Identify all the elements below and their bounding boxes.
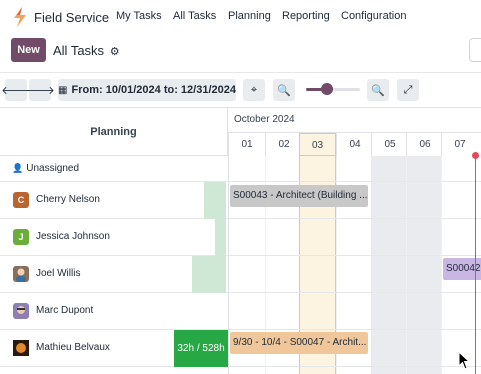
resource-name: Jessica Johnson — [36, 231, 110, 242]
resource-name: Cherry Nelson — [36, 194, 100, 205]
new-button[interactable]: New — [11, 38, 46, 62]
menu-planning[interactable]: Planning — [228, 10, 271, 22]
field-service-app: Field Service My Tasks All Tasks Plannin… — [0, 0, 481, 374]
month-label: October 2024 — [234, 114, 295, 125]
field-service-logo-icon[interactable] — [12, 7, 28, 27]
search-input[interactable] — [469, 38, 481, 62]
current-time-line — [475, 156, 476, 374]
avatar-photo-icon — [13, 340, 29, 356]
user-icon: 👤 — [12, 163, 24, 173]
expand-button[interactable]: ⤢ — [397, 79, 419, 101]
zoom-slider-handle[interactable] — [320, 83, 333, 95]
task-pill[interactable]: 9/30 - 10/4 - S00047 - Archit... — [230, 332, 368, 354]
current-time-marker — [472, 152, 479, 159]
app-name[interactable]: Field Service — [34, 10, 109, 25]
expand-icon: ⤢ — [403, 83, 413, 96]
zoom-slider[interactable] — [306, 83, 360, 95]
breadcrumb: All Tasks ⚙ — [53, 43, 120, 58]
zoom-in-button[interactable]: 🔍 — [367, 79, 389, 101]
breadcrumb-title: All Tasks — [53, 43, 105, 58]
zoom-out-button[interactable]: 🔍 — [273, 79, 295, 101]
workload-bar — [215, 219, 226, 256]
resource-row[interactable]: Marc Dupont — [0, 293, 481, 330]
workload-bar — [192, 256, 226, 293]
zoom-out-icon: 🔍 — [277, 84, 291, 97]
avatar-photo-icon — [16, 268, 26, 282]
calendar-icon: ▦ — [58, 84, 68, 96]
crosshair-icon: ⌖ — [250, 83, 258, 96]
day-header: 06 — [406, 133, 443, 156]
task-pill[interactable]: S00043 - Architect (Building ... — [230, 185, 368, 207]
menu-reporting[interactable]: Reporting — [282, 10, 330, 22]
avatar — [13, 303, 29, 319]
avatar — [13, 340, 29, 356]
resource-row[interactable]: J Jessica Johnson — [0, 219, 481, 256]
avatar: C — [13, 192, 29, 208]
menu-my-tasks[interactable]: My Tasks — [116, 10, 162, 22]
gear-icon[interactable]: ⚙ — [110, 45, 120, 58]
avatar — [13, 266, 29, 282]
resource-name: Mathieu Belvaux — [36, 342, 110, 353]
avatar: J — [13, 229, 29, 245]
previous-button[interactable]: 🡐 — [1, 79, 31, 101]
gantt-toolbar: 🡐 🡒 ▦ From: 10/01/2024 to: 12/31/2024 ⌖ … — [0, 72, 481, 106]
next-button[interactable]: 🡒 — [25, 79, 55, 101]
day-header: 02 — [265, 133, 302, 156]
arrow-right-icon: 🡒 — [25, 85, 55, 97]
day-header: 01 — [228, 133, 265, 156]
day-header: 04 — [336, 133, 373, 156]
menu-all-tasks[interactable]: All Tasks — [173, 10, 216, 22]
gantt-view: Planning October 2024 01 02 03 04 05 06 … — [0, 107, 481, 374]
date-range-label: From: 10/01/2024 to: 12/31/2024 — [71, 84, 236, 96]
menu-configuration[interactable]: Configuration — [341, 10, 406, 22]
resource-name: Joel Willis — [36, 268, 81, 279]
mouse-cursor-icon — [459, 352, 471, 370]
top-navbar: Field Service My Tasks All Tasks Plannin… — [0, 0, 481, 34]
hours-badge: 32h / 528h — [174, 330, 228, 367]
resource-row[interactable]: Joel Willis — [0, 256, 481, 293]
unassigned-row[interactable]: 👤 Unassigned — [0, 156, 481, 182]
unassigned-text: Unassigned — [26, 163, 80, 174]
unassigned-label: 👤 Unassigned — [12, 163, 79, 174]
today-button[interactable]: ⌖ — [243, 79, 265, 101]
avatar-photo-icon — [17, 306, 25, 314]
zoom-in-icon: 🔍 — [371, 84, 385, 97]
gantt-row-header: Planning — [0, 108, 228, 156]
date-range-button[interactable]: ▦ From: 10/01/2024 to: 12/31/2024 — [58, 79, 236, 101]
resource-name: Marc Dupont — [36, 305, 94, 316]
day-header: 05 — [371, 133, 408, 156]
day-header-today: 03 — [299, 133, 336, 156]
workload-bar — [204, 182, 226, 219]
